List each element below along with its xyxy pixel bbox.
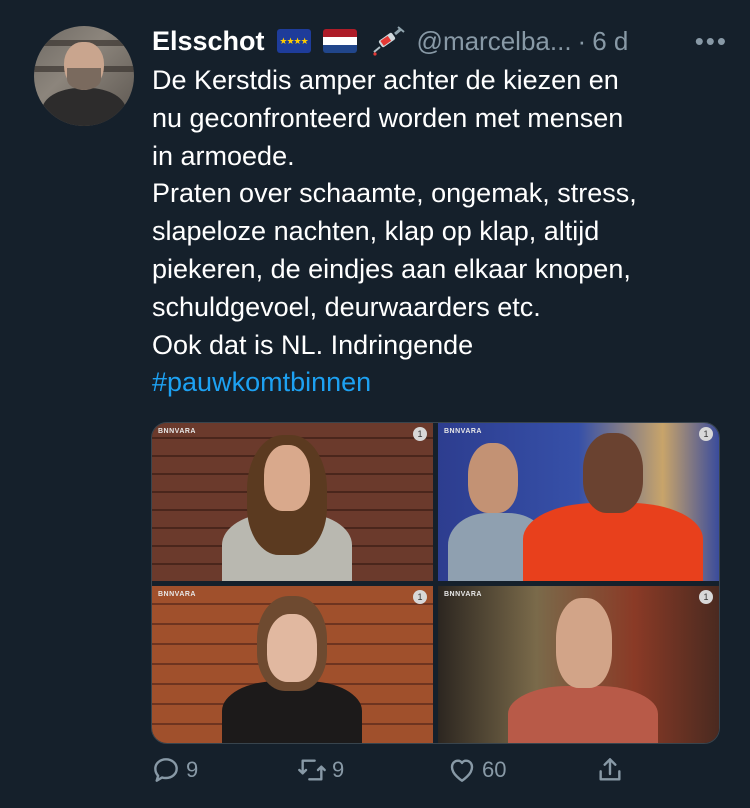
channel-bug-icon: 1 xyxy=(699,589,713,604)
tweet-text-line: schuldgevoel, deurwaarders etc. xyxy=(152,291,541,322)
media-grid: BNNVARA 1 BNNVARA 1 BNNVARA 1 BNNVARA 1 xyxy=(151,422,720,744)
tweet-text-line: piekeren, de eindjes aan elkaar knopen, xyxy=(152,253,631,284)
author-handle[interactable]: @marcelba... xyxy=(417,26,572,57)
person-shirt xyxy=(523,503,703,581)
channel-bug-icon: 1 xyxy=(699,427,713,441)
share-icon xyxy=(599,758,621,781)
person-shirt xyxy=(508,685,658,743)
author-name[interactable]: Elsschot xyxy=(152,26,265,57)
separator-dot: · xyxy=(577,25,587,56)
more-options-icon[interactable]: ••• xyxy=(695,26,728,57)
media-photo[interactable]: BNNVARA 1 xyxy=(152,585,433,743)
media-photo[interactable]: BNNVARA 1 xyxy=(152,423,433,581)
reply-icon xyxy=(154,758,178,782)
tweet-text-line: De Kerstdis amper achter de kiezen en xyxy=(152,65,619,95)
tweet-text-line: slapeloze nachten, klap op klap, altijd xyxy=(152,216,600,247)
tweet-header: Elsschot ★★★★ @marcelba... · 6 d ••• xyxy=(152,24,730,58)
broadcaster-logo: BNNVARA xyxy=(158,428,196,435)
broadcaster-logo: BNNVARA xyxy=(158,590,196,598)
avatar[interactable] xyxy=(34,26,134,126)
tweet-actions: 9 9 60 xyxy=(150,754,630,794)
netherlands-flag-icon xyxy=(322,29,357,53)
tweet-text-line: Ook dat is NL. Indringende xyxy=(152,329,474,360)
tweet-timestamp[interactable]: 6 d xyxy=(592,26,628,57)
reply-button[interactable]: 9 xyxy=(150,754,198,786)
retweet-button[interactable]: 9 xyxy=(296,754,344,786)
syringe-icon xyxy=(372,26,405,56)
like-button[interactable]: 60 xyxy=(446,754,506,786)
channel-bug-icon: 1 xyxy=(413,589,427,604)
tweet-text: De Kerstdis amper achter de kiezen en nu… xyxy=(152,62,732,402)
media-photo[interactable]: BNNVARA 1 xyxy=(438,423,719,581)
heart-icon xyxy=(450,759,474,782)
tweet-text-line: Praten over schaamte, ongemak, stress, xyxy=(152,178,637,209)
person-face xyxy=(264,445,310,511)
tweet-text-line: nu geconfronteerd worden met mensen xyxy=(152,102,624,133)
person-face xyxy=(556,597,612,688)
media-photo[interactable]: BNNVARA 1 xyxy=(438,585,719,743)
reply-count: 9 xyxy=(186,757,199,782)
channel-bug-icon: 1 xyxy=(413,427,427,441)
tweet-text-line: in armoede. xyxy=(152,140,295,171)
share-button[interactable] xyxy=(594,754,626,786)
like-count: 60 xyxy=(482,757,507,782)
person-face xyxy=(583,433,643,513)
broadcaster-logo: BNNVARA xyxy=(444,428,482,435)
retweet-count: 9 xyxy=(332,757,345,782)
retweet-icon xyxy=(298,759,326,781)
avatar-beard xyxy=(67,68,101,90)
eu-flag-icon: ★★★★ xyxy=(276,29,311,53)
person-face xyxy=(468,443,518,513)
broadcaster-logo: BNNVARA xyxy=(444,590,482,598)
hashtag-link[interactable]: #pauwkomtbinnen xyxy=(152,364,732,402)
person-face xyxy=(267,613,317,682)
avatar-body xyxy=(42,88,126,126)
